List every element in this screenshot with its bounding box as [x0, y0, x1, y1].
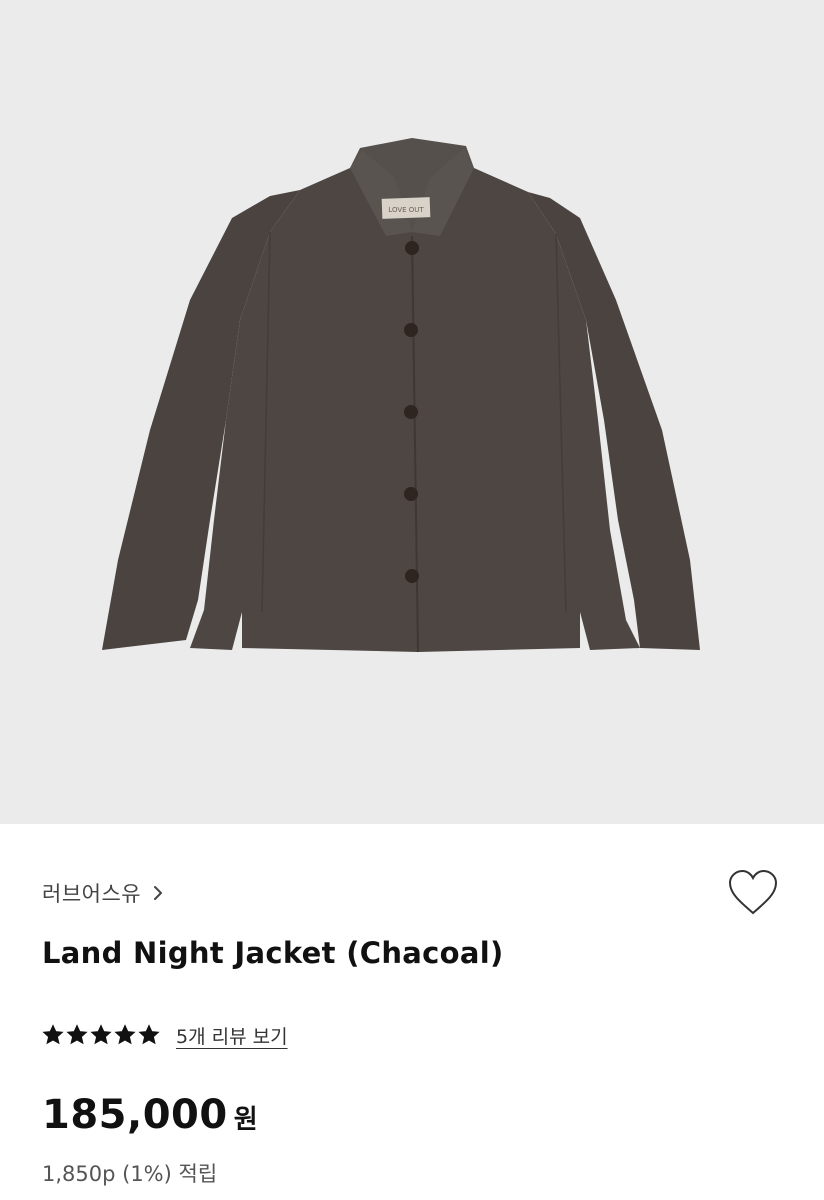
brand-name[interactable]: 러브어스유 [42, 878, 141, 908]
jacket-button [404, 405, 418, 419]
price-currency: 원 [233, 1105, 258, 1135]
star-icon [66, 1024, 88, 1046]
jacket-button [405, 241, 419, 255]
wishlist-button[interactable] [726, 868, 780, 918]
star-icon [42, 1024, 64, 1046]
rating: 5개 리뷰 보기 [42, 1020, 288, 1050]
star-rating [42, 1024, 160, 1046]
reward-points: 1,850p (1%) 적립 [42, 1162, 218, 1186]
price: 185,000 원 [42, 1092, 258, 1138]
chevron-right-icon [151, 884, 165, 902]
star-icon [138, 1024, 160, 1046]
jacket-button [405, 569, 419, 583]
star-icon [114, 1024, 136, 1046]
jacket-label-text: LOVE OUT [388, 206, 424, 214]
star-icon [90, 1024, 112, 1046]
product-title: Land Night Jacket (Chacoal) [42, 936, 504, 970]
jacket-button [404, 487, 418, 501]
heart-outline-icon [728, 869, 778, 915]
product-info: 러브어스유 Land Night Jacket (Chacoal) 5개 리뷰 … [0, 824, 824, 1200]
jacket-illustration: LOVE OUT [102, 138, 700, 653]
brand-link[interactable]: 러브어스유 [42, 876, 165, 910]
jacket-button [404, 323, 418, 337]
review-link[interactable]: 5개 리뷰 보기 [176, 1022, 288, 1049]
product-image[interactable]: LOVE OUT [0, 0, 824, 824]
price-amount: 185,000 [42, 1092, 228, 1138]
